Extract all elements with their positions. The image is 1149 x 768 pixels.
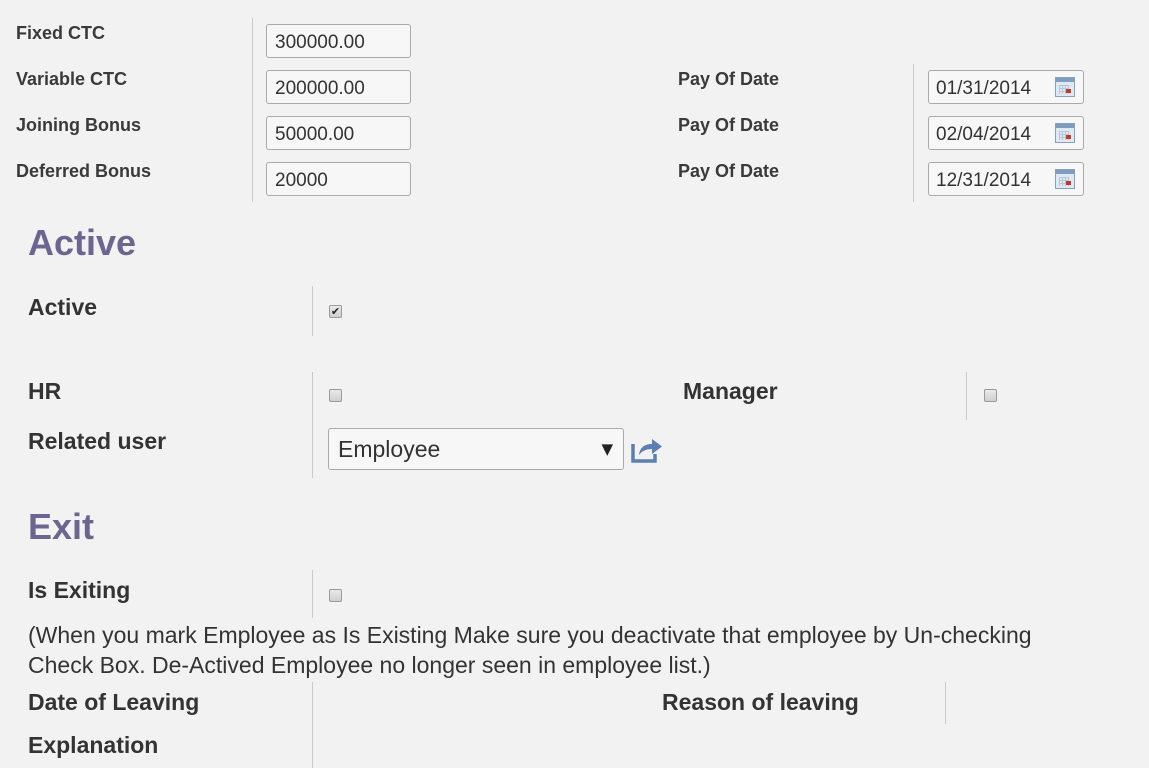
exit-note-line-1: (When you mark Employee as Is Existing M…	[28, 622, 1032, 648]
joining-pay-date-label: Pay Of Date	[678, 115, 780, 135]
column-divider	[312, 286, 313, 336]
exit-section-title: Exit	[28, 506, 95, 547]
column-divider	[913, 64, 914, 202]
exit-note-line-2: Check Box. De-Actived Employee no longer…	[28, 652, 711, 678]
hr-label: HR	[28, 378, 62, 404]
related-user-label: Related user	[28, 428, 167, 454]
variable-ctc-label: Variable CTC	[16, 69, 128, 89]
joining-pay-date-value: 02/04/2014	[936, 124, 1032, 145]
employee-form: Fixed CTC 300000.00 Variable CTC 200000.…	[0, 0, 1149, 768]
calendar-icon[interactable]	[1055, 169, 1075, 189]
external-link-icon[interactable]	[630, 434, 664, 464]
manager-checkbox[interactable]	[984, 389, 997, 402]
joining-bonus-label: Joining Bonus	[16, 115, 141, 135]
column-divider	[252, 18, 253, 202]
date-of-leaving-label: Date of Leaving	[28, 689, 200, 715]
active-checkbox[interactable]: ✔	[329, 305, 342, 318]
hr-checkbox[interactable]	[329, 389, 342, 402]
manager-label: Manager	[683, 378, 778, 404]
deferred-pay-date-value: 12/31/2014	[936, 170, 1032, 191]
fixed-ctc-input[interactable]: 300000.00	[266, 24, 411, 58]
fixed-ctc-label: Fixed CTC	[16, 23, 106, 43]
calendar-icon[interactable]	[1055, 77, 1075, 97]
variable-pay-date-label: Pay Of Date	[678, 69, 780, 89]
column-divider	[312, 570, 313, 618]
column-divider	[966, 372, 967, 420]
deferred-bonus-input[interactable]: 20000	[266, 162, 411, 196]
variable-pay-date-input[interactable]: 01/31/2014	[928, 70, 1084, 104]
variable-ctc-input[interactable]: 200000.00	[266, 70, 411, 104]
deferred-bonus-label: Deferred Bonus	[16, 161, 152, 181]
related-user-value: Employee	[338, 436, 441, 462]
joining-pay-date-input[interactable]: 02/04/2014	[928, 116, 1084, 150]
active-section-title: Active	[28, 222, 137, 263]
reason-of-leaving-label: Reason of leaving	[662, 689, 859, 715]
deferred-pay-date-input[interactable]: 12/31/2014	[928, 162, 1084, 196]
column-divider	[312, 372, 313, 478]
active-label: Active	[28, 294, 98, 320]
chevron-down-icon: ▼	[601, 440, 613, 458]
column-divider	[945, 682, 946, 724]
deferred-pay-date-label: Pay Of Date	[678, 161, 780, 181]
calendar-icon[interactable]	[1055, 123, 1075, 143]
explanation-label: Explanation	[28, 732, 159, 758]
related-user-select[interactable]: Employee ▼	[328, 428, 624, 470]
is-exiting-checkbox[interactable]	[329, 589, 342, 602]
variable-pay-date-value: 01/31/2014	[936, 78, 1032, 99]
joining-bonus-input[interactable]: 50000.00	[266, 116, 411, 150]
column-divider	[312, 682, 313, 768]
is-exiting-label: Is Exiting	[28, 577, 131, 603]
